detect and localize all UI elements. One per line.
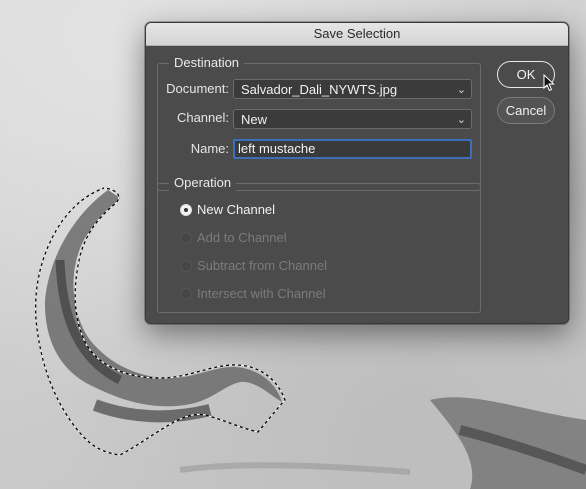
chevron-down-icon: ⌄ <box>456 84 466 96</box>
radio-unselected-icon <box>180 288 192 300</box>
radio-unselected-icon <box>180 232 192 244</box>
radio-unselected-icon <box>180 260 192 272</box>
radio-selected-icon <box>180 204 192 216</box>
destination-title: Destination <box>169 55 245 71</box>
radio-label: New Channel <box>197 202 276 217</box>
radio-label: Add to Channel <box>197 230 287 245</box>
channel-select-value: New <box>241 112 268 127</box>
document-select-value: Salvador_Dali_NYWTS.jpg <box>241 82 398 97</box>
save-selection-dialog: Save Selection Destination Document: Sal… <box>145 22 569 324</box>
document-label: Document: <box>166 81 229 96</box>
channel-label: Channel: <box>176 110 229 125</box>
operation-group: Operation New Channel Add to Channel Sub… <box>157 175 481 313</box>
radio-label: Intersect with Channel <box>197 286 326 301</box>
dialog-title: Save Selection <box>146 23 568 46</box>
cancel-button[interactable]: Cancel <box>497 97 555 124</box>
chevron-down-icon: ⌄ <box>456 114 466 126</box>
operation-title: Operation <box>169 175 237 191</box>
document-select[interactable]: Salvador_Dali_NYWTS.jpg ⌄ <box>233 79 472 99</box>
channel-select[interactable]: New ⌄ <box>233 109 472 129</box>
radio-label: Subtract from Channel <box>197 258 328 273</box>
name-label: Name: <box>190 141 229 156</box>
destination-group: Destination Document: Salvador_Dali_NYWT… <box>157 55 481 191</box>
name-input[interactable]: left mustache <box>233 139 472 159</box>
mouse-pointer-icon <box>543 73 555 97</box>
